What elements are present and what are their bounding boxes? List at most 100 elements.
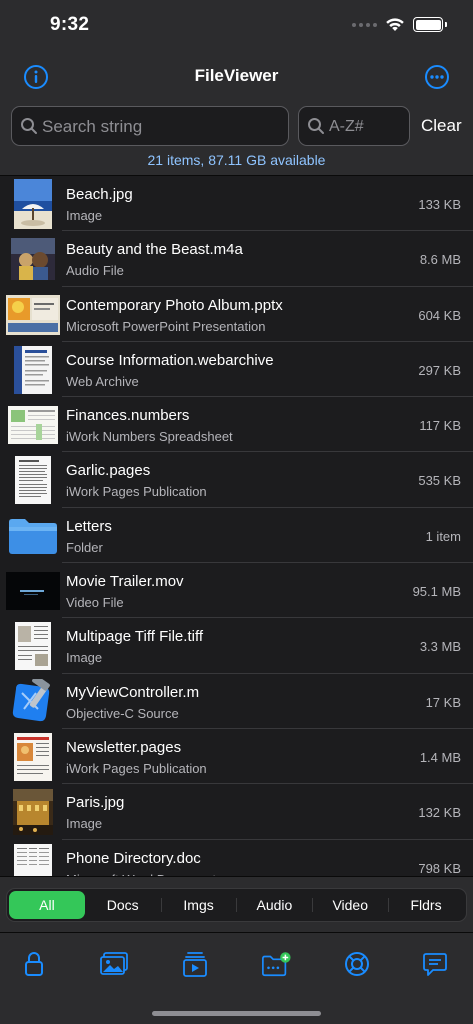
spreadsheet-thumbnail bbox=[6, 400, 60, 450]
tab-photos[interactable] bbox=[99, 949, 129, 979]
album-art-thumbnail bbox=[6, 234, 60, 284]
file-kind: iWork Pages Publication bbox=[66, 484, 207, 500]
file-size: 132 KB bbox=[418, 805, 461, 821]
file-row-paris[interactable]: Paris.jpg Image 132 KB bbox=[0, 784, 473, 840]
file-kind: Image bbox=[66, 208, 103, 223]
file-kind: Video File bbox=[66, 595, 124, 611]
more-options-button[interactable] bbox=[424, 64, 450, 90]
file-name: Movie Trailer.mov bbox=[66, 573, 184, 591]
xcode-icon bbox=[6, 677, 60, 727]
alphabet-filter-input[interactable]: A-Z# bbox=[298, 106, 410, 146]
battery-icon bbox=[413, 17, 447, 32]
file-size: 8.6 MB bbox=[419, 252, 461, 268]
file-kind: Web Archive bbox=[66, 373, 139, 389]
file-row-newsletter[interactable]: Newsletter.pages iWork Pages Publication… bbox=[0, 729, 473, 785]
beach-photo-thumbnail bbox=[6, 179, 60, 229]
file-kind: iWork Pages Publication bbox=[66, 760, 207, 776]
tab-lock[interactable] bbox=[19, 949, 49, 979]
paris-photo-thumbnail bbox=[6, 787, 60, 837]
file-name: Newsletter.pages bbox=[66, 738, 182, 756]
filter-bar: All Docs Imgs Audio Video Fldrs bbox=[0, 876, 473, 932]
file-row-multipage-tiff[interactable]: Multipage Tiff File.tiff Image 3.3 MB bbox=[0, 618, 473, 674]
video-player-icon bbox=[183, 952, 207, 977]
tab-bar bbox=[0, 932, 473, 1024]
filter-audio[interactable]: Audio bbox=[236, 891, 312, 919]
ellipsis-icon bbox=[425, 65, 449, 89]
file-kind: Image bbox=[66, 816, 103, 832]
text-document-thumbnail bbox=[6, 455, 60, 505]
filter-all[interactable]: All bbox=[9, 891, 85, 919]
file-kind: Audio File bbox=[66, 263, 124, 279]
file-row-myviewcontroller[interactable]: MyViewController.m Objective-C Source 17… bbox=[0, 674, 473, 729]
file-size: 604 KB bbox=[418, 307, 461, 323]
file-kind: Folder bbox=[66, 539, 103, 555]
add-folder-icon bbox=[262, 952, 291, 977]
file-row-letters[interactable]: Letters Folder 1 item bbox=[0, 508, 473, 564]
file-name: MyViewController.m bbox=[66, 683, 200, 701]
file-name: Phone Directory.doc bbox=[66, 849, 201, 867]
video-frame-thumbnail bbox=[6, 566, 60, 616]
file-name: Beach.jpg bbox=[66, 186, 133, 203]
status-bar: 9:32 bbox=[0, 0, 473, 54]
filter-video[interactable]: Video bbox=[312, 891, 388, 919]
filter-imgs[interactable]: Imgs bbox=[160, 891, 237, 919]
file-size: 95.1 MB bbox=[412, 584, 461, 600]
file-size: 1.4 MB bbox=[419, 749, 461, 765]
filter-docs[interactable]: Docs bbox=[85, 891, 161, 919]
file-name: Beauty and the Beast.m4a bbox=[66, 241, 243, 259]
status-icons bbox=[352, 17, 447, 32]
page-title: FileViewer bbox=[194, 66, 279, 85]
file-row-phone-directory[interactable]: Phone Directory.doc Microsoft Word Docum… bbox=[0, 840, 473, 876]
file-row-beauty-and-the-beast[interactable]: Beauty and the Beast.m4a Audio File 8.6 … bbox=[0, 231, 473, 287]
filter-folders[interactable]: Fldrs bbox=[388, 891, 464, 919]
wifi-icon bbox=[386, 18, 404, 31]
lock-icon bbox=[25, 952, 43, 976]
clear-button[interactable]: Clear bbox=[421, 116, 462, 136]
file-row-finances[interactable]: Finances.numbers iWork Numbers Spreadshe… bbox=[0, 397, 473, 453]
search-icon bbox=[21, 118, 37, 134]
file-row-beach[interactable]: Beach.jpg Image 133 KB bbox=[0, 176, 473, 232]
tab-video[interactable] bbox=[180, 949, 210, 979]
file-name: Finances.numbers bbox=[66, 407, 190, 425]
search-input[interactable]: Search string bbox=[11, 106, 289, 146]
file-name: Contemporary Photo Album.pptx bbox=[66, 296, 283, 314]
file-name: Course Information.webarchive bbox=[66, 351, 274, 369]
file-name: Paris.jpg bbox=[66, 794, 125, 812]
file-kind: Microsoft PowerPoint Presentation bbox=[66, 318, 266, 334]
status-time: 9:32 bbox=[50, 14, 90, 35]
file-kind: Image bbox=[66, 650, 103, 666]
home-indicator[interactable] bbox=[152, 1011, 321, 1016]
file-list[interactable]: Beach.jpg Image 133 KB Beauty and the Be… bbox=[0, 176, 473, 876]
file-size: 297 KB bbox=[418, 362, 461, 378]
cellular-signal-icon bbox=[352, 22, 377, 27]
tiff-page-thumbnail bbox=[6, 621, 60, 671]
file-row-movie-trailer[interactable]: Movie Trailer.mov Video File 95.1 MB bbox=[0, 563, 473, 619]
tab-add-folder[interactable] bbox=[261, 949, 291, 979]
search-area: Search string A-Z# Clear 21 items, 87.11… bbox=[0, 98, 473, 176]
search-placeholder: Search string bbox=[42, 117, 143, 136]
file-kind: iWork Numbers Spreadsheet bbox=[66, 429, 233, 445]
file-row-contemporary-photo-album[interactable]: Contemporary Photo Album.pptx Microsoft … bbox=[0, 287, 473, 342]
newsletter-thumbnail bbox=[6, 732, 60, 782]
file-name: Garlic.pages bbox=[66, 462, 151, 480]
alphabet-filter-placeholder: A-Z# bbox=[329, 118, 364, 135]
navigation-bar: FileViewer bbox=[0, 54, 473, 98]
file-size: 1 item bbox=[425, 528, 461, 544]
folder-icon bbox=[6, 511, 60, 561]
file-size: 17 KB bbox=[425, 694, 461, 710]
file-size: 133 KB bbox=[418, 197, 461, 212]
lifebuoy-icon bbox=[345, 952, 369, 976]
file-name: Letters bbox=[66, 517, 112, 535]
file-size: 3.3 MB bbox=[419, 639, 461, 655]
web-page-thumbnail bbox=[6, 345, 60, 395]
photos-icon bbox=[100, 952, 128, 975]
tab-messages[interactable] bbox=[420, 949, 450, 979]
storage-summary: 21 items, 87.11 GB available bbox=[147, 152, 326, 168]
file-kind: Objective-C Source bbox=[66, 705, 179, 721]
file-row-garlic[interactable]: Garlic.pages iWork Pages Publication 535… bbox=[0, 452, 473, 508]
word-doc-thumbnail bbox=[6, 843, 60, 876]
search-icon bbox=[308, 118, 324, 134]
file-row-course-information[interactable]: Course Information.webarchive Web Archiv… bbox=[0, 342, 473, 398]
tab-help[interactable] bbox=[342, 949, 372, 979]
file-type-filter: All Docs Imgs Audio Video Fldrs bbox=[6, 888, 467, 922]
